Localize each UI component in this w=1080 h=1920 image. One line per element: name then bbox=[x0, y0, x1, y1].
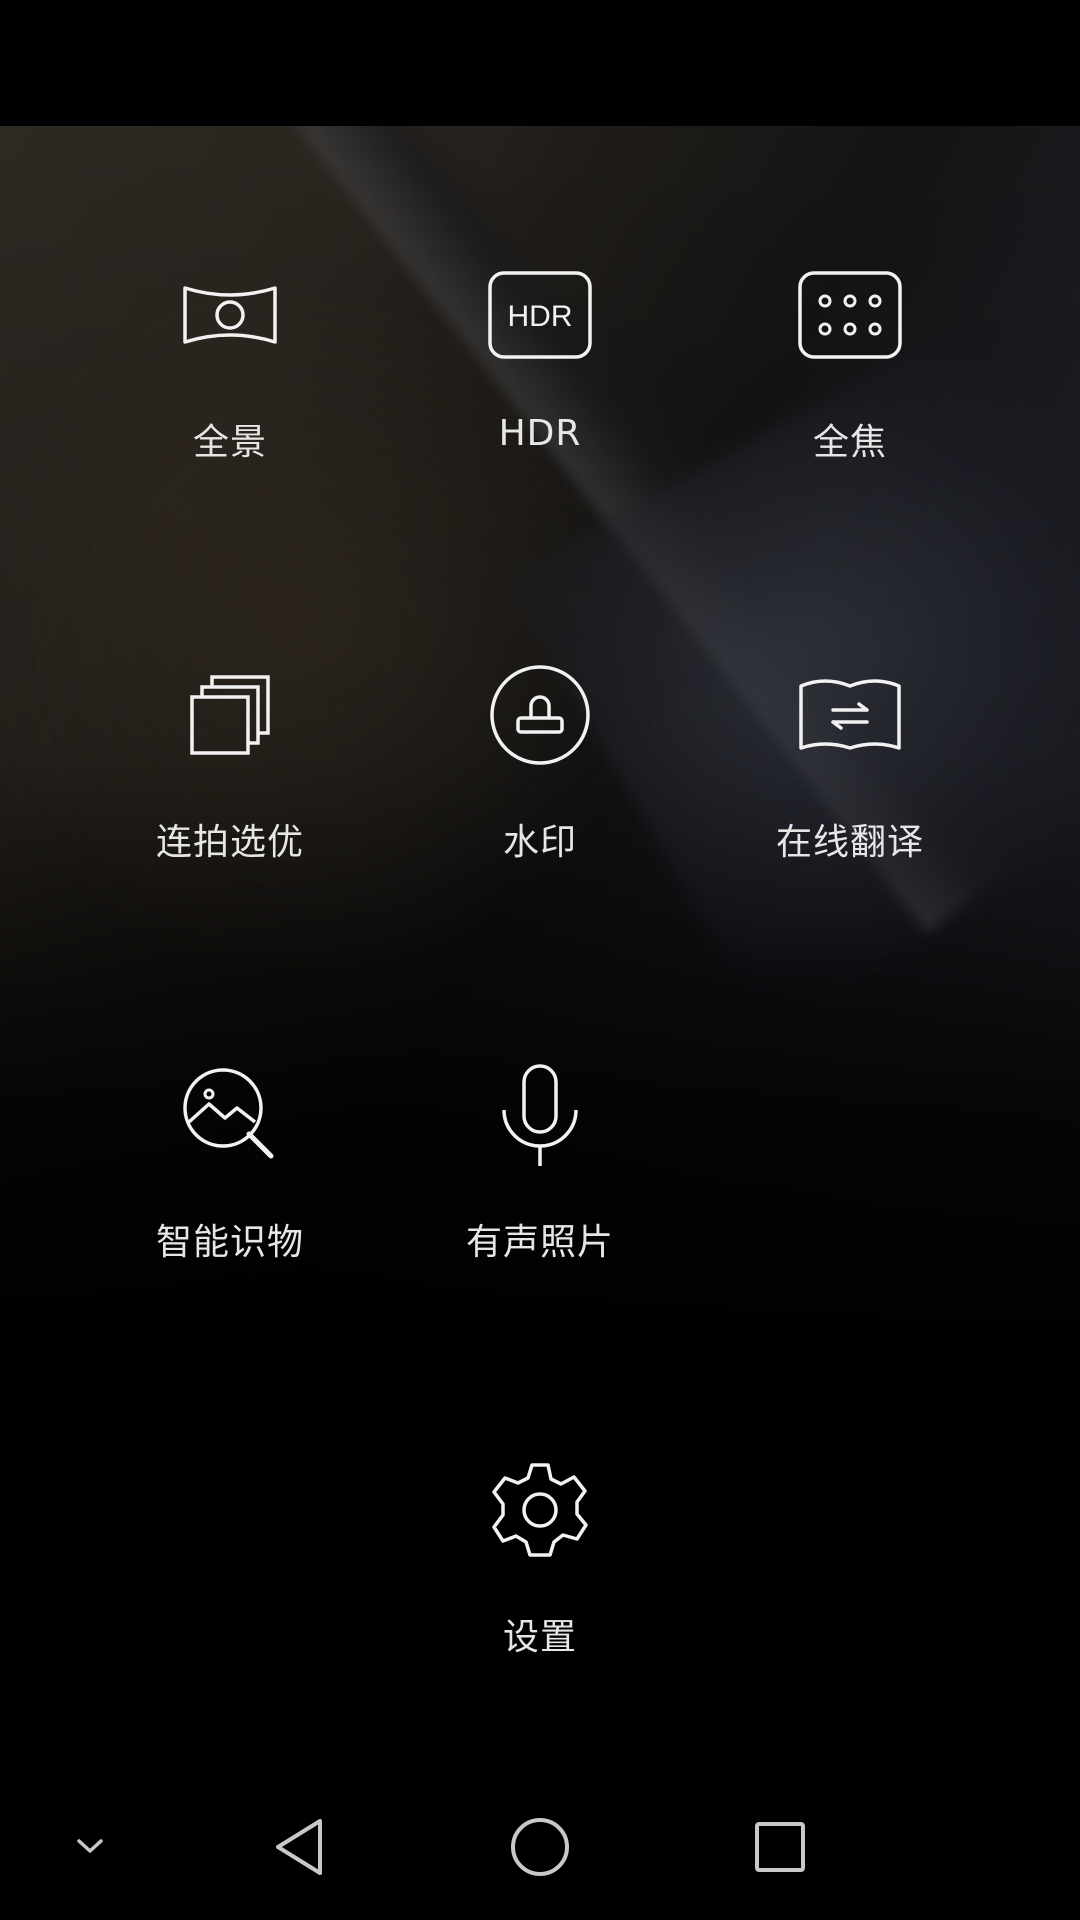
all-focus-icon bbox=[790, 255, 910, 375]
mode-panorama[interactable]: 全景 bbox=[75, 255, 385, 495]
object-recognition-icon bbox=[170, 1055, 290, 1175]
status-bar bbox=[0, 0, 1080, 126]
burst-select-icon bbox=[170, 655, 290, 775]
mode-all-focus[interactable]: 全焦 bbox=[695, 255, 1005, 495]
mode-label: 有声照片 bbox=[465, 1222, 614, 1263]
collapse-button[interactable] bbox=[60, 1816, 120, 1876]
back-triangle-icon bbox=[276, 1819, 322, 1875]
recents-button[interactable] bbox=[745, 1812, 815, 1882]
system-navigation-bar bbox=[0, 1776, 1080, 1920]
mode-label: 智能识物 bbox=[155, 1222, 304, 1263]
mode-hdr[interactable]: HDR HDR bbox=[385, 255, 695, 495]
settings-label: 设置 bbox=[502, 1617, 577, 1658]
mode-label: 全焦 bbox=[812, 422, 887, 463]
mode-watermark[interactable]: 水印 bbox=[385, 655, 695, 895]
home-button[interactable] bbox=[505, 1812, 575, 1882]
camera-more-modes-screen: 全景 HDR HDR 全焦 连拍选优 水印 在线翻译 智能识物 有声照片 设置 bbox=[0, 0, 1080, 1920]
home-circle-icon bbox=[511, 1818, 569, 1876]
mode-label: 连拍选优 bbox=[155, 822, 304, 863]
microphone-icon bbox=[480, 1055, 600, 1175]
mode-online-translate[interactable]: 在线翻译 bbox=[695, 655, 1005, 895]
watermark-stamp-icon bbox=[480, 655, 600, 775]
mode-smart-recognition[interactable]: 智能识物 bbox=[75, 1055, 385, 1295]
translate-book-icon bbox=[790, 655, 910, 775]
chevron-down-icon bbox=[77, 1839, 103, 1853]
settings-button[interactable]: 设置 bbox=[385, 1450, 695, 1690]
mode-label: HDR bbox=[498, 413, 582, 454]
back-button[interactable] bbox=[265, 1812, 335, 1882]
panorama-icon bbox=[170, 255, 290, 375]
hdr-icon: HDR bbox=[480, 255, 600, 375]
svg-text:HDR: HDR bbox=[508, 300, 573, 333]
mode-label: 全景 bbox=[192, 422, 267, 463]
mode-label: 水印 bbox=[502, 822, 577, 863]
mode-sound-photo[interactable]: 有声照片 bbox=[385, 1055, 695, 1295]
mode-label: 在线翻译 bbox=[775, 822, 924, 863]
gear-icon bbox=[480, 1450, 600, 1570]
mode-burst-select[interactable]: 连拍选优 bbox=[75, 655, 385, 895]
recents-square-icon bbox=[755, 1822, 805, 1872]
